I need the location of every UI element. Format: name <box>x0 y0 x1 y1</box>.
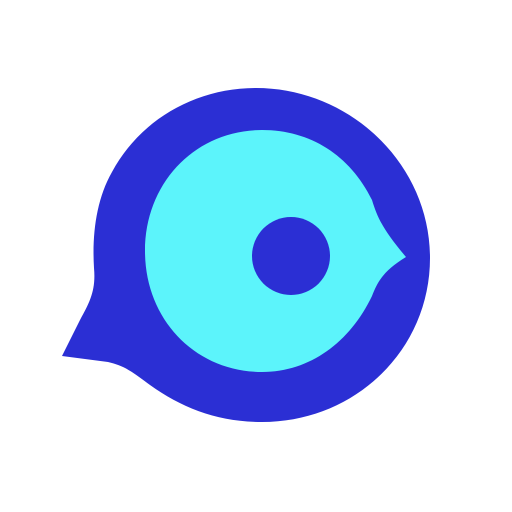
pupil-circle <box>252 217 330 295</box>
app-icon-canvas <box>0 0 512 512</box>
chat-eye-logo-icon <box>62 88 430 422</box>
